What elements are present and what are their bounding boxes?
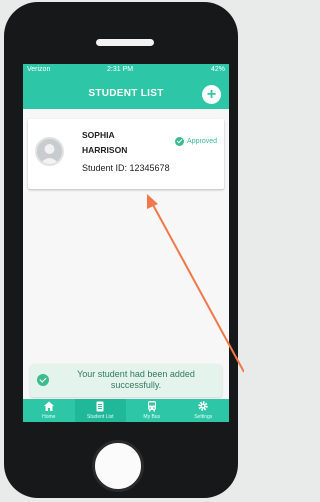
tab-label: My Bus <box>143 414 161 420</box>
toast-message: Your student had been added successfully… <box>77 369 195 390</box>
check-circle-icon <box>37 374 49 386</box>
student-first-name: SOPHIA <box>82 130 115 140</box>
page-title: STUDENT LIST <box>88 88 164 99</box>
carrier-label: Verizon <box>27 66 51 73</box>
phone-frame: Verizon 2:31 PM 42% STUDENT LIST + SOPHI… <box>4 2 238 498</box>
student-last-name: HARRISON <box>82 145 128 155</box>
status-badge: Approved <box>175 137 217 146</box>
battery-label: 42% <box>210 66 225 73</box>
gear-icon <box>178 400 230 413</box>
success-toast: Your student had been added successfully… <box>30 364 222 397</box>
bus-icon <box>126 400 178 413</box>
tab-home[interactable]: Home <box>23 399 75 422</box>
status-time: 2:31 PM <box>107 66 134 73</box>
bottom-tab-bar: Home Student List My Bus Settings <box>23 399 229 422</box>
student-id: Student ID: 12345678 <box>82 163 170 173</box>
check-circle-icon <box>175 137 185 146</box>
clipboard-icon <box>75 400 127 413</box>
phone-speaker <box>96 39 154 46</box>
tab-settings[interactable]: Settings <box>178 399 230 422</box>
status-text: Approved <box>187 138 217 145</box>
home-icon <box>23 400 75 413</box>
phone-home-button[interactable] <box>92 440 144 492</box>
student-card[interactable]: SOPHIA HARRISON Approved Student ID: 123… <box>28 119 224 189</box>
plus-icon: + <box>206 86 217 103</box>
status-bar: Verizon 2:31 PM 42% <box>23 64 229 78</box>
tab-label: Settings <box>194 414 213 420</box>
user-silhouette-icon <box>40 144 59 164</box>
tab-label: Student List <box>87 414 114 420</box>
app-screen: Verizon 2:31 PM 42% STUDENT LIST + SOPHI… <box>23 64 229 422</box>
tab-label: Home <box>42 414 56 420</box>
add-student-button[interactable]: + <box>202 85 221 104</box>
tab-my-bus[interactable]: My Bus <box>126 399 178 422</box>
tab-student-list[interactable]: Student List <box>74 399 127 422</box>
student-name: SOPHIA HARRISON <box>82 128 127 158</box>
avatar <box>35 137 64 166</box>
app-header: STUDENT LIST + <box>23 78 229 109</box>
